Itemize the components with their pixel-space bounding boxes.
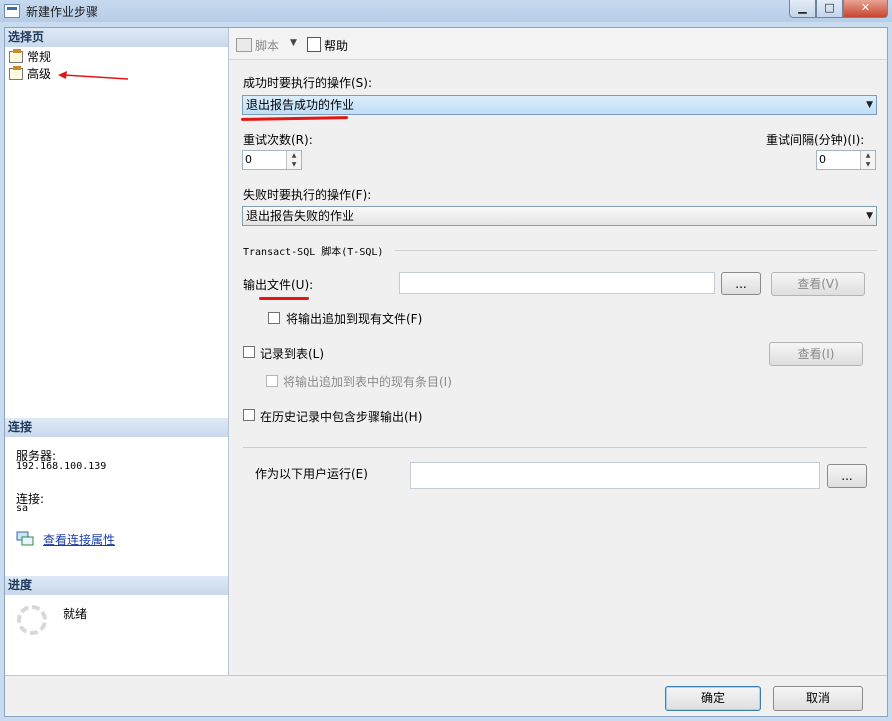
page-icon (9, 66, 23, 80)
help-icon (307, 37, 321, 52)
include-history-checkbox[interactable] (243, 409, 255, 421)
footer-divider (5, 675, 887, 676)
connection-properties-icon (16, 531, 34, 546)
retry-interval-stepper[interactable]: 0 ▲ ▼ (816, 150, 876, 170)
include-history-label: 在历史记录中包含步骤输出(H) (260, 410, 423, 424)
progress-header: 进度 (5, 576, 228, 595)
append-table-label: 将输出追加到表中的现有条目(I) (283, 375, 452, 389)
progress-status: 就绪 (63, 607, 88, 621)
select-page-header: 选择页 (5, 28, 228, 47)
run-as-browse-button[interactable]: ... (827, 464, 867, 488)
on-failure-combo[interactable]: 退出报告失败的作业 ▼ (242, 206, 877, 226)
server-value: 192.168.100.139 (16, 461, 107, 472)
run-as-input[interactable] (410, 462, 820, 489)
window-title: 新建作业步骤 (26, 5, 99, 19)
close-button[interactable]: ✕ (843, 0, 888, 18)
on-failure-value: 退出报告失败的作业 (246, 209, 355, 223)
progress-spinner-icon (17, 605, 47, 635)
divider (243, 447, 867, 448)
retry-attempts-label: 重试次数(R): (243, 133, 313, 147)
cancel-button[interactable]: 取消 (773, 686, 863, 711)
page-item-label: 高级 (27, 67, 52, 81)
ok-button[interactable]: 确定 (665, 686, 761, 711)
append-output-checkbox[interactable] (268, 312, 280, 324)
retry-attempts-value: 0 (245, 153, 252, 166)
spin-arrows-icon[interactable]: ▲ ▼ (286, 151, 301, 169)
output-file-browse-button[interactable]: ... (721, 272, 761, 295)
append-table-checkbox[interactable] (266, 375, 278, 387)
chevron-down-icon: ▼ (866, 211, 873, 221)
connection-header: 连接 (5, 418, 228, 437)
chevron-down-icon: ▼ (866, 100, 873, 110)
output-file-input[interactable] (399, 272, 715, 294)
run-as-label: 作为以下用户运行(E) (255, 467, 368, 481)
maximize-button[interactable]: □ (816, 0, 843, 18)
help-label: 帮助 (324, 39, 349, 53)
view-table-button[interactable]: 查看(I) (769, 342, 863, 366)
append-output-label: 将输出追加到现有文件(F) (286, 312, 423, 326)
view-connection-properties-link[interactable]: 查看连接属性 (43, 531, 115, 548)
log-to-table-checkbox[interactable] (243, 346, 255, 358)
annotation-arrow (58, 71, 129, 80)
spin-arrows-icon[interactable]: ▲ ▼ (860, 151, 875, 169)
script-label: 脚本 (255, 39, 280, 53)
on-failure-label: 失败时要执行的操作(F): (243, 188, 372, 202)
page-icon (9, 49, 23, 63)
page-item-advanced[interactable]: 高级 (9, 66, 51, 82)
on-success-label: 成功时要执行的操作(S): (243, 76, 373, 90)
retry-attempts-stepper[interactable]: 0 ▲ ▼ (242, 150, 302, 170)
output-file-label: 输出文件(U): (243, 278, 314, 292)
help-button[interactable]: 帮助 (307, 37, 348, 54)
app-icon (4, 4, 20, 18)
script-icon (236, 38, 252, 52)
view-output-button[interactable]: 查看(V) (771, 272, 865, 296)
annotation-underline (259, 297, 309, 300)
on-success-value: 退出报告成功的作业 (246, 98, 355, 112)
on-success-combo[interactable]: 退出报告成功的作业 ▼ (242, 95, 877, 115)
title-bar: 新建作业步骤 (0, 0, 892, 22)
log-to-table-label: 记录到表(L) (260, 347, 325, 361)
minimize-button[interactable]: ▁ (789, 0, 816, 18)
group-divider (395, 250, 877, 251)
page-item-label: 常规 (27, 50, 52, 64)
tsql-group-label: Transact-SQL 脚本(T-SQL) (243, 247, 384, 258)
script-dropdown-icon[interactable]: ▼ (290, 38, 297, 48)
connection-value: sa (16, 503, 29, 514)
retry-interval-label: 重试间隔(分钟)(I): (766, 133, 865, 147)
page-item-general[interactable]: 常规 (9, 49, 51, 65)
script-button[interactable]: 脚本 (236, 37, 279, 54)
retry-interval-value: 0 (819, 153, 826, 166)
